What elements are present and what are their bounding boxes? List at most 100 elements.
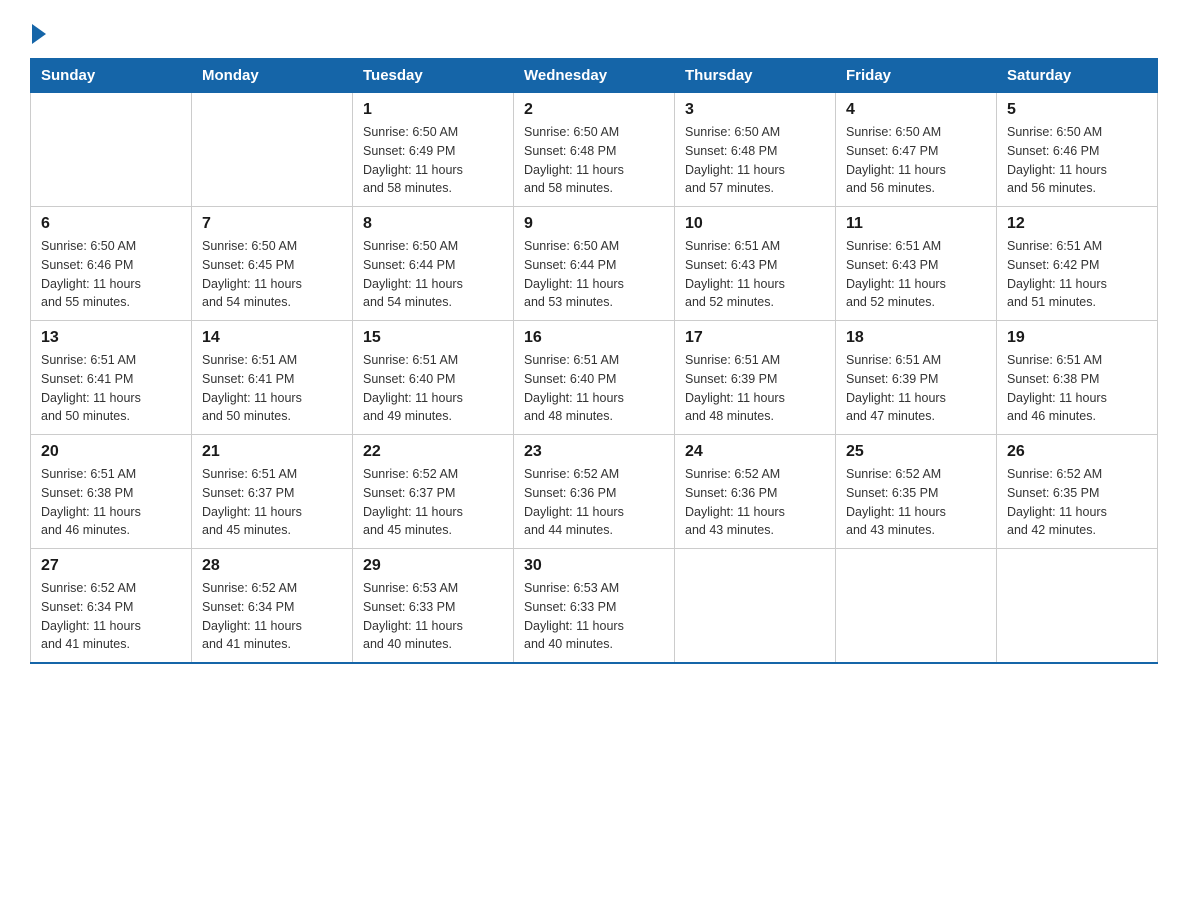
- week-row-1: 1 Sunrise: 6:50 AM Sunset: 6:49 PM Daylig…: [31, 93, 1158, 207]
- day-info: Sunrise: 6:52 AM Sunset: 6:36 PM Dayligh…: [685, 465, 825, 540]
- day-info: Sunrise: 6:53 AM Sunset: 6:33 PM Dayligh…: [524, 579, 664, 654]
- day-number: 30: [524, 557, 664, 575]
- day-number: 21: [202, 443, 342, 461]
- calendar-cell: 8 Sunrise: 6:50 AM Sunset: 6:44 PM Daylig…: [353, 207, 514, 321]
- day-info: Sunrise: 6:52 AM Sunset: 6:34 PM Dayligh…: [202, 579, 342, 654]
- day-info: Sunrise: 6:51 AM Sunset: 6:40 PM Dayligh…: [524, 351, 664, 426]
- calendar-cell: [997, 549, 1158, 664]
- day-number: 2: [524, 101, 664, 119]
- calendar-cell: [675, 549, 836, 664]
- calendar-cell: 9 Sunrise: 6:50 AM Sunset: 6:44 PM Daylig…: [514, 207, 675, 321]
- day-info: Sunrise: 6:51 AM Sunset: 6:43 PM Dayligh…: [685, 237, 825, 312]
- day-info: Sunrise: 6:51 AM Sunset: 6:42 PM Dayligh…: [1007, 237, 1147, 312]
- page-header: [30, 20, 1158, 40]
- calendar-cell: 22 Sunrise: 6:52 AM Sunset: 6:37 PM Dayli…: [353, 435, 514, 549]
- calendar-cell: 27Sunrise: 6:52 AM Sunset: 6:34 PM Dayli…: [31, 549, 192, 664]
- day-number: 7: [202, 215, 342, 233]
- day-info: Sunrise: 6:53 AM Sunset: 6:33 PM Dayligh…: [363, 579, 503, 654]
- day-info: Sunrise: 6:50 AM Sunset: 6:48 PM Dayligh…: [524, 123, 664, 198]
- calendar-cell: 26Sunrise: 6:52 AM Sunset: 6:35 PM Dayli…: [997, 435, 1158, 549]
- day-number: 27: [41, 557, 181, 575]
- day-number: 6: [41, 215, 181, 233]
- day-number: 17: [685, 329, 825, 347]
- day-number: 22: [363, 443, 503, 461]
- calendar-cell: 18 Sunrise: 6:51 AM Sunset: 6:39 PM Dayli…: [836, 321, 997, 435]
- day-number: 15: [363, 329, 503, 347]
- logo: [30, 20, 46, 40]
- col-header-saturday: Saturday: [997, 59, 1158, 93]
- col-header-wednesday: Wednesday: [514, 59, 675, 93]
- calendar-cell: 17 Sunrise: 6:51 AM Sunset: 6:39 PM Dayli…: [675, 321, 836, 435]
- day-info: Sunrise: 6:52 AM Sunset: 6:35 PM Dayligh…: [846, 465, 986, 540]
- calendar-cell: [192, 93, 353, 207]
- week-row-5: 27 Sunrise: 6:52 AM Sunset: 6:34 PM Dayli…: [31, 549, 1158, 664]
- day-number: 13: [41, 329, 181, 347]
- day-info: Sunrise: 6:50 AM Sunset: 6:48 PM Dayligh…: [685, 123, 825, 198]
- calendar-cell: 13 Sunrise: 6:51 AM Sunset: 6:41 PM Dayli…: [31, 321, 192, 435]
- week-row-2: 6 Sunrise: 6:50 AM Sunset: 6:46 PM Daylig…: [31, 207, 1158, 321]
- week-row-3: 13 Sunrise: 6:51 AM Sunset: 6:41 PM Dayli…: [31, 321, 1158, 435]
- day-number: 8: [363, 215, 503, 233]
- calendar-cell: 12 Sunrise: 6:51 AM Sunset: 6:42 PM Dayli…: [997, 207, 1158, 321]
- calendar-cell: 14Sunrise: 6:51 AM Sunset: 6:41 PM Dayli…: [192, 321, 353, 435]
- day-number: 4: [846, 101, 986, 119]
- day-number: 5: [1007, 101, 1147, 119]
- calendar-table: SundayMondayTuesdayWednesdayThursdayFrid…: [30, 58, 1158, 664]
- day-info: Sunrise: 6:50 AM Sunset: 6:44 PM Dayligh…: [363, 237, 503, 312]
- day-info: Sunrise: 6:50 AM Sunset: 6:46 PM Dayligh…: [1007, 123, 1147, 198]
- day-number: 9: [524, 215, 664, 233]
- calendar-cell: [836, 549, 997, 664]
- calendar-cell: 2 Sunrise: 6:50 AM Sunset: 6:48 PM Daylig…: [514, 93, 675, 207]
- day-number: 14: [202, 329, 342, 347]
- day-info: Sunrise: 6:50 AM Sunset: 6:45 PM Dayligh…: [202, 237, 342, 312]
- day-info: Sunrise: 6:51 AM Sunset: 6:39 PM Dayligh…: [685, 351, 825, 426]
- calendar-cell: 16 Sunrise: 6:51 AM Sunset: 6:40 PM Dayli…: [514, 321, 675, 435]
- day-number: 18: [846, 329, 986, 347]
- col-header-friday: Friday: [836, 59, 997, 93]
- day-number: 20: [41, 443, 181, 461]
- day-number: 10: [685, 215, 825, 233]
- day-info: Sunrise: 6:50 AM Sunset: 6:47 PM Dayligh…: [846, 123, 986, 198]
- calendar-cell: 24Sunrise: 6:52 AM Sunset: 6:36 PM Dayli…: [675, 435, 836, 549]
- col-header-thursday: Thursday: [675, 59, 836, 93]
- day-info: Sunrise: 6:52 AM Sunset: 6:37 PM Dayligh…: [363, 465, 503, 540]
- calendar-cell: 23 Sunrise: 6:52 AM Sunset: 6:36 PM Dayli…: [514, 435, 675, 549]
- calendar-cell: 29 Sunrise: 6:53 AM Sunset: 6:33 PM Dayli…: [353, 549, 514, 664]
- day-number: 11: [846, 215, 986, 233]
- week-row-4: 20 Sunrise: 6:51 AM Sunset: 6:38 PM Dayli…: [31, 435, 1158, 549]
- calendar-cell: 25 Sunrise: 6:52 AM Sunset: 6:35 PM Dayli…: [836, 435, 997, 549]
- calendar-cell: 21Sunrise: 6:51 AM Sunset: 6:37 PM Dayli…: [192, 435, 353, 549]
- day-info: Sunrise: 6:52 AM Sunset: 6:36 PM Dayligh…: [524, 465, 664, 540]
- day-info: Sunrise: 6:50 AM Sunset: 6:44 PM Dayligh…: [524, 237, 664, 312]
- calendar-cell: 3 Sunrise: 6:50 AM Sunset: 6:48 PM Daylig…: [675, 93, 836, 207]
- calendar-header-row: SundayMondayTuesdayWednesdayThursdayFrid…: [31, 59, 1158, 93]
- calendar-cell: 19Sunrise: 6:51 AM Sunset: 6:38 PM Dayli…: [997, 321, 1158, 435]
- day-number: 26: [1007, 443, 1147, 461]
- day-number: 19: [1007, 329, 1147, 347]
- calendar-cell: 10 Sunrise: 6:51 AM Sunset: 6:43 PM Dayli…: [675, 207, 836, 321]
- calendar-cell: [31, 93, 192, 207]
- day-info: Sunrise: 6:51 AM Sunset: 6:39 PM Dayligh…: [846, 351, 986, 426]
- day-number: 3: [685, 101, 825, 119]
- day-info: Sunrise: 6:50 AM Sunset: 6:46 PM Dayligh…: [41, 237, 181, 312]
- day-number: 28: [202, 557, 342, 575]
- day-number: 23: [524, 443, 664, 461]
- day-number: 25: [846, 443, 986, 461]
- logo-arrow-icon: [32, 24, 46, 44]
- col-header-monday: Monday: [192, 59, 353, 93]
- day-info: Sunrise: 6:50 AM Sunset: 6:49 PM Dayligh…: [363, 123, 503, 198]
- calendar-cell: 15Sunrise: 6:51 AM Sunset: 6:40 PM Dayli…: [353, 321, 514, 435]
- day-number: 12: [1007, 215, 1147, 233]
- day-number: 29: [363, 557, 503, 575]
- day-info: Sunrise: 6:51 AM Sunset: 6:38 PM Dayligh…: [41, 465, 181, 540]
- calendar-cell: 5 Sunrise: 6:50 AM Sunset: 6:46 PM Daylig…: [997, 93, 1158, 207]
- calendar-cell: 7 Sunrise: 6:50 AM Sunset: 6:45 PM Daylig…: [192, 207, 353, 321]
- calendar-cell: 28 Sunrise: 6:52 AM Sunset: 6:34 PM Dayli…: [192, 549, 353, 664]
- day-number: 16: [524, 329, 664, 347]
- day-info: Sunrise: 6:51 AM Sunset: 6:43 PM Dayligh…: [846, 237, 986, 312]
- day-number: 1: [363, 101, 503, 119]
- calendar-cell: 6 Sunrise: 6:50 AM Sunset: 6:46 PM Daylig…: [31, 207, 192, 321]
- col-header-tuesday: Tuesday: [353, 59, 514, 93]
- calendar-cell: 20 Sunrise: 6:51 AM Sunset: 6:38 PM Dayli…: [31, 435, 192, 549]
- day-info: Sunrise: 6:51 AM Sunset: 6:41 PM Dayligh…: [41, 351, 181, 426]
